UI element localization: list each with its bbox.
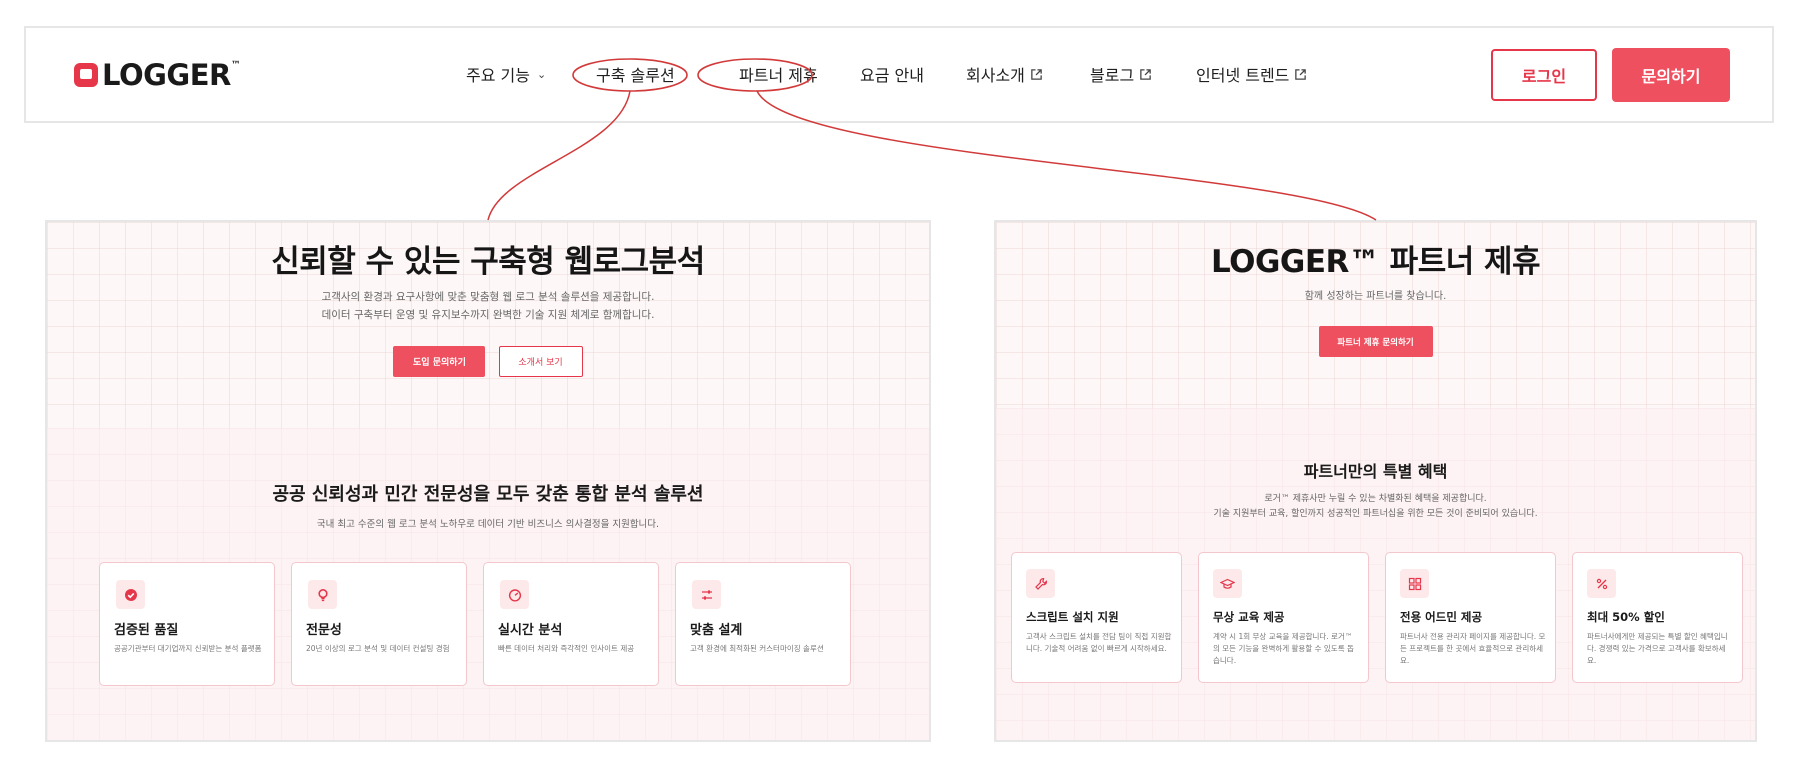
benefit-card-education: 무상 교육 제공 계약 시 1회 무상 교육을 제공합니다. 로거™의 모든 기… <box>1198 552 1369 683</box>
card-description: 공공기관부터 대기업까지 신뢰받는 분석 플랫폼 <box>114 644 262 653</box>
hero-subtitle-line2: 데이터 구축부터 운영 및 유지보수까지 완벽한 기술 지원 체계로 함께합니다… <box>321 309 655 321</box>
card-description: 고객사 스크립트 설치를 전담 팀이 직접 지원합니다. 기술적 어려움 없이 … <box>1026 632 1172 653</box>
card-description: 파트너사 전용 관리자 페이지를 제공합니다. 모든 프로젝트를 한 곳에서 효… <box>1400 632 1546 665</box>
benefit-card-script: 스크립트 설치 지원 고객사 스크립트 설치를 전담 팀이 직접 지원합니다. … <box>1011 552 1182 683</box>
section-title: 파트너만의 특별 혜택 <box>1303 462 1448 481</box>
contact-button[interactable]: 문의하기 <box>1612 48 1730 102</box>
external-link-icon <box>1140 68 1151 80</box>
card-description: 고객 환경에 최적화된 커스터마이징 솔루션 <box>690 644 824 653</box>
inquiry-button[interactable]: 도입 문의하기 <box>393 346 486 377</box>
card-title: 최대 50% 할인 <box>1587 610 1665 624</box>
sliders-icon <box>692 580 721 609</box>
card-title: 전용 어드민 제공 <box>1400 610 1483 624</box>
feature-card-custom: 맞춤 설계 고객 환경에 최적화된 커스터마이징 솔루션 <box>675 562 851 686</box>
card-description: 파트너사에게만 제공되는 특별 할인 혜택입니다. 경쟁력 있는 가격으로 고객… <box>1587 632 1728 665</box>
speedometer-icon <box>500 580 529 609</box>
site-header: LOGGER ™ 주요 기능 ⌄ 구축 솔루션 파트너 제휴 요금 안내 회사소… <box>24 26 1774 123</box>
nav-item-pricing[interactable]: 요금 안내 <box>860 62 924 86</box>
nav-item-partner[interactable]: 파트너 제휴 <box>739 62 818 86</box>
card-title: 스크립트 설치 지원 <box>1026 610 1119 624</box>
partner-page-preview: LOGGER™ 파트너 제휴 함께 성장하는 파트너를 찾습니다. 파트너 제휴… <box>994 220 1757 742</box>
logger-logo[interactable]: LOGGER ™ <box>74 58 241 92</box>
nav-item-label: 구축 솔루션 <box>596 66 675 85</box>
hero-section: LOGGER™ 파트너 제휴 함께 성장하는 파트너를 찾습니다. 파트너 제휴… <box>996 222 1755 408</box>
feature-card-quality: 검증된 품질 공공기관부터 대기업까지 신뢰받는 분석 플랫폼 <box>99 562 275 686</box>
section-subtitle-line2: 기술 지원부터 교육, 할인까지 성공적인 파트너십을 위한 모든 것이 준비되… <box>1213 509 1538 519</box>
hero-title: 신뢰할 수 있는 구축형 웹로그분석 <box>271 244 705 280</box>
hero-buttons: 도입 문의하기 소개서 보기 <box>47 346 929 377</box>
hero-subtitle: 함께 성장하는 파트너를 찾습니다. <box>1304 291 1447 302</box>
hero-section: 신뢰할 수 있는 구축형 웹로그분석 고객사의 환경과 요구사항에 맞춘 맞춤형… <box>47 222 929 428</box>
feature-card-expertise: 전문성 20년 이상의 로그 분석 및 데이터 컨설팅 경험 <box>291 562 467 686</box>
hero-buttons: 파트너 제휴 문의하기 <box>996 326 1755 357</box>
card-description: 20년 이상의 로그 분석 및 데이터 컨설팅 경험 <box>306 644 450 653</box>
nav-item-company[interactable]: 회사소개 <box>966 62 1043 86</box>
external-link-icon <box>1031 68 1042 80</box>
nav-item-label: 블로그 <box>1090 66 1135 85</box>
external-link-icon <box>1295 68 1307 80</box>
nav-item-label: 회사소개 <box>966 66 1025 85</box>
nav-item-solution[interactable]: 구축 솔루션 <box>596 62 675 86</box>
logo-text: LOGGER <box>102 58 231 92</box>
nav-item-features[interactable]: 주요 기능 ⌄ <box>466 62 546 86</box>
card-title: 검증된 품질 <box>114 623 179 638</box>
graduation-cap-icon <box>1213 569 1242 598</box>
logo-mark-icon <box>74 63 98 87</box>
nav-item-label: 요금 안내 <box>860 66 924 85</box>
brochure-button[interactable]: 소개서 보기 <box>498 346 583 377</box>
percent-icon <box>1587 569 1616 598</box>
card-title: 실시간 분석 <box>498 623 563 638</box>
verified-badge-icon <box>116 580 145 609</box>
nav-item-label: 파트너 제휴 <box>739 66 818 85</box>
nav-item-label: 인터넷 트렌드 <box>1196 66 1290 85</box>
nav-item-label: 주요 기능 <box>466 66 530 85</box>
section-subtitle-line1: 로거™ 제휴사만 누릴 수 있는 차별화된 혜택을 제공합니다. <box>1264 494 1487 504</box>
login-button[interactable]: 로그인 <box>1491 49 1597 101</box>
card-title: 맞춤 설계 <box>690 623 743 638</box>
hero-title: LOGGER™ 파트너 제휴 <box>1210 244 1541 280</box>
logo-trademark: ™ <box>230 60 241 71</box>
card-title: 전문성 <box>306 623 342 638</box>
card-description: 계약 시 1회 무상 교육을 제공합니다. 로거™의 모든 기능을 완벽하게 활… <box>1213 632 1354 665</box>
dashboard-grid-icon <box>1400 569 1429 598</box>
lightbulb-icon <box>308 580 337 609</box>
nav-item-blog[interactable]: 블로그 <box>1090 62 1152 86</box>
card-title: 무상 교육 제공 <box>1213 610 1285 624</box>
nav-item-trends[interactable]: 인터넷 트렌드 <box>1196 62 1307 86</box>
benefit-card-discount: 최대 50% 할인 파트너사에게만 제공되는 특별 할인 혜택입니다. 경쟁력 … <box>1572 552 1743 683</box>
card-description: 빠른 데이터 처리와 즉각적인 인사이트 제공 <box>498 644 635 653</box>
section-subtitle: 국내 최고 수준의 웹 로그 분석 노하우로 데이터 기반 비즈니스 의사결정을… <box>316 519 660 530</box>
solution-page-preview: 신뢰할 수 있는 구축형 웹로그분석 고객사의 환경과 요구사항에 맞춘 맞춤형… <box>45 220 931 742</box>
hero-subtitle-line1: 고객사의 환경과 요구사항에 맞춘 맞춤형 웹 로그 분석 솔루션을 제공합니다… <box>321 291 655 303</box>
chevron-down-icon: ⌄ <box>536 67 547 81</box>
wrench-icon <box>1026 569 1055 598</box>
feature-card-realtime: 실시간 분석 빠른 데이터 처리와 즉각적인 인사이트 제공 <box>483 562 659 686</box>
section-title: 공공 신뢰성과 민간 전문성을 모두 갖춘 통합 분석 솔루션 <box>272 484 704 505</box>
partner-inquiry-button[interactable]: 파트너 제휴 문의하기 <box>1318 326 1433 357</box>
benefit-card-admin: 전용 어드민 제공 파트너사 전용 관리자 페이지를 제공합니다. 모든 프로젝… <box>1385 552 1556 683</box>
